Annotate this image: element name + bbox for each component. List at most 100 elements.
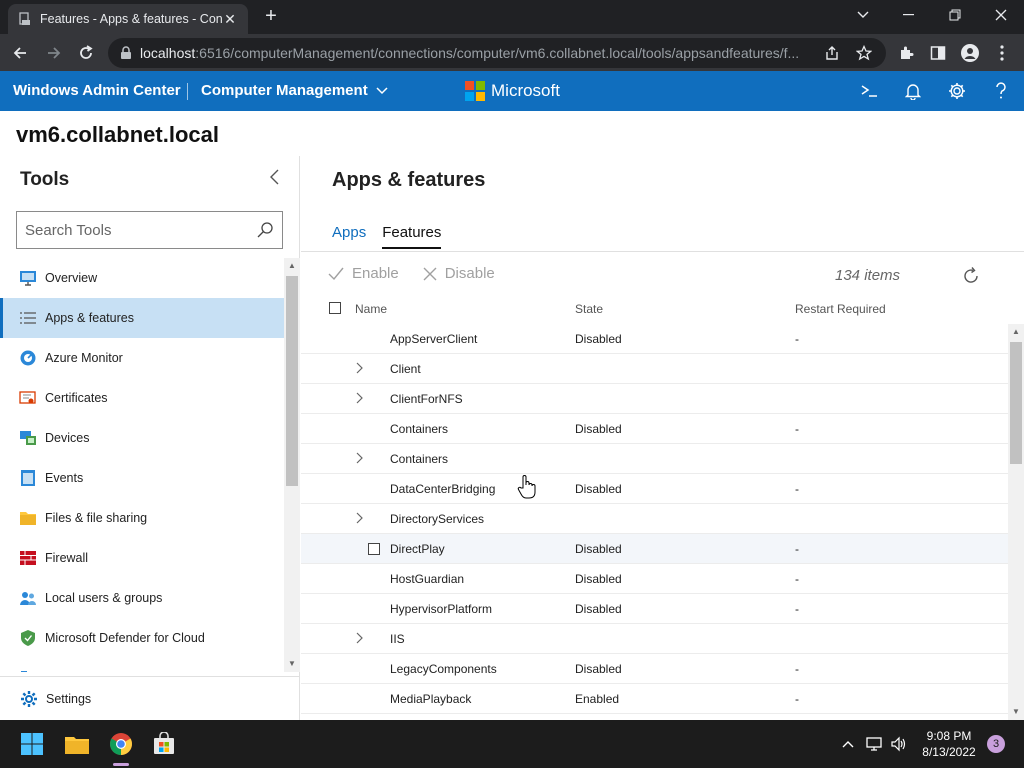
sidebar-item-network[interactable]: Network (0, 658, 284, 672)
sidebar-item-overview[interactable]: Overview (0, 258, 284, 298)
sidebar-item-azure-monitor[interactable]: Azure Monitor (0, 338, 284, 378)
more-menu-icon[interactable] (990, 41, 1014, 65)
scrollbar-thumb[interactable] (286, 276, 298, 486)
expand-chevron-right-icon[interactable] (356, 632, 366, 644)
app-title[interactable]: Windows Admin Center (13, 82, 181, 99)
column-header-name[interactable]: Name (355, 302, 387, 316)
table-row[interactable]: IIS (301, 624, 1008, 654)
chevron-down-icon (376, 86, 388, 94)
tray-chevron-up-icon[interactable] (838, 734, 858, 754)
notifications-bell-icon[interactable] (901, 80, 925, 102)
sidebar-item-files-and-file-sharing[interactable]: Files & file sharing (0, 498, 284, 538)
app-header: Windows Admin Center Computer Management… (0, 71, 1024, 111)
sidebar-item-apps-and-features[interactable]: Apps & features (0, 298, 284, 338)
taskbar-clock[interactable]: 9:08 PM 8/13/2022 (918, 728, 980, 760)
table-row[interactable]: DirectoryServices (301, 504, 1008, 534)
settings-item[interactable]: Settings (0, 676, 300, 720)
settings-gear-icon[interactable] (945, 80, 969, 102)
close-window-icon[interactable] (978, 0, 1024, 30)
profile-icon[interactable] (958, 41, 982, 65)
feature-name: ClientForNFS (390, 392, 463, 406)
address-bar[interactable]: localhost:6516/computerManagement/connec… (108, 38, 886, 68)
minimize-icon[interactable] (886, 0, 932, 30)
extensions-icon[interactable] (894, 41, 918, 65)
tab-close-icon[interactable]: ✕ (222, 11, 238, 27)
table-header: Name State Restart Required (301, 298, 1011, 322)
sidebar-item-local-users-and-groups[interactable]: Local users & groups (0, 578, 284, 618)
table-row[interactable]: HypervisorPlatform Disabled - (301, 594, 1008, 624)
enable-button[interactable]: Enable (328, 265, 399, 282)
file-explorer-icon[interactable] (63, 730, 91, 758)
side-panel-icon[interactable] (926, 41, 950, 65)
table-row[interactable]: LegacyComponents Disabled - (301, 654, 1008, 684)
tabs-divider (301, 251, 1024, 252)
browser-tab[interactable]: Features - Apps & features - Con ✕ (8, 4, 248, 34)
search-tools-input[interactable] (25, 221, 256, 239)
expand-chevron-right-icon[interactable] (356, 362, 366, 374)
sidebar-item-devices[interactable]: Devices (0, 418, 284, 458)
tool-menu-dropdown[interactable]: Computer Management (201, 82, 388, 99)
select-all-checkbox[interactable] (329, 302, 341, 314)
table-row[interactable]: Client (301, 354, 1008, 384)
scrollbar-thumb[interactable] (1010, 342, 1022, 464)
sidebar-item-label: Devices (45, 431, 90, 445)
sidebar-item-certificates[interactable]: Certificates (0, 378, 284, 418)
restore-icon[interactable] (932, 0, 978, 30)
notification-badge[interactable]: 3 (987, 735, 1005, 753)
help-icon[interactable] (989, 80, 1013, 102)
table-row[interactable]: Containers Disabled - (301, 414, 1008, 444)
scroll-down-icon[interactable]: ▼ (287, 659, 297, 669)
sidebar-item-events[interactable]: Events (0, 458, 284, 498)
table-row[interactable]: DataCenterBridging Disabled - (301, 474, 1008, 504)
feature-name: HypervisorPlatform (390, 602, 493, 616)
column-header-state[interactable]: State (575, 302, 603, 316)
scroll-up-icon[interactable]: ▲ (287, 261, 297, 271)
tab-search-icon[interactable] (840, 0, 886, 30)
new-tab-icon[interactable]: + (260, 6, 282, 28)
table-row[interactable]: HostGuardian Disabled - (301, 564, 1008, 594)
chrome-icon[interactable] (107, 730, 135, 758)
page-title: Apps & features (332, 169, 486, 191)
volume-icon[interactable] (889, 734, 909, 754)
table-row[interactable]: DirectPlay Disabled - (301, 534, 1008, 564)
collapse-panel-chevron-left-icon[interactable] (268, 168, 288, 190)
table-row[interactable]: AppServerClient Disabled - (301, 324, 1008, 354)
network-icon (19, 669, 37, 672)
hand-cursor-icon (517, 475, 536, 499)
powershell-icon[interactable] (857, 80, 881, 102)
feature-state: Enabled (575, 692, 620, 706)
table-row[interactable]: Containers (301, 444, 1008, 474)
lock-icon[interactable] (120, 46, 132, 60)
tab-features[interactable]: Features (382, 224, 442, 249)
scroll-up-icon[interactable]: ▲ (1011, 327, 1021, 337)
expand-chevron-right-icon[interactable] (356, 392, 366, 404)
expand-chevron-right-icon[interactable] (356, 512, 366, 524)
table-row[interactable]: ClientForNFS (301, 384, 1008, 414)
certificate-icon (19, 389, 37, 407)
table-row[interactable]: MediaPlayback Enabled - (301, 684, 1008, 714)
search-tools[interactable] (16, 211, 283, 249)
column-header-restart-required[interactable]: Restart Required (795, 302, 886, 316)
scroll-down-icon[interactable]: ▼ (1011, 707, 1021, 717)
tab-apps[interactable]: Apps (332, 224, 366, 249)
tools-scrollbar[interactable]: ▲ ▼ (284, 258, 300, 672)
expand-chevron-right-icon[interactable] (356, 452, 366, 464)
share-icon[interactable] (822, 43, 842, 63)
refresh-icon[interactable] (961, 266, 981, 286)
windows-start-icon[interactable] (18, 730, 46, 758)
sidebar-item-microsoft-defender-for-cloud[interactable]: Microsoft Defender for Cloud (0, 618, 284, 658)
forward-icon[interactable] (42, 41, 66, 65)
network-icon[interactable] (864, 734, 884, 754)
windows-taskbar: 9:08 PM 8/13/2022 3 (0, 720, 1024, 768)
feature-name: MediaPlayback (390, 692, 472, 706)
reload-icon[interactable] (74, 41, 98, 65)
back-icon[interactable] (8, 41, 32, 65)
bookmark-star-icon[interactable] (854, 43, 874, 63)
microsoft-store-icon[interactable] (150, 730, 178, 758)
search-icon[interactable] (256, 221, 274, 239)
azure-monitor-icon (19, 349, 37, 367)
disable-button[interactable]: Disable (423, 265, 495, 282)
row-checkbox[interactable] (368, 543, 380, 555)
table-scrollbar[interactable]: ▲ ▼ (1008, 324, 1024, 720)
sidebar-item-firewall[interactable]: Firewall (0, 538, 284, 578)
